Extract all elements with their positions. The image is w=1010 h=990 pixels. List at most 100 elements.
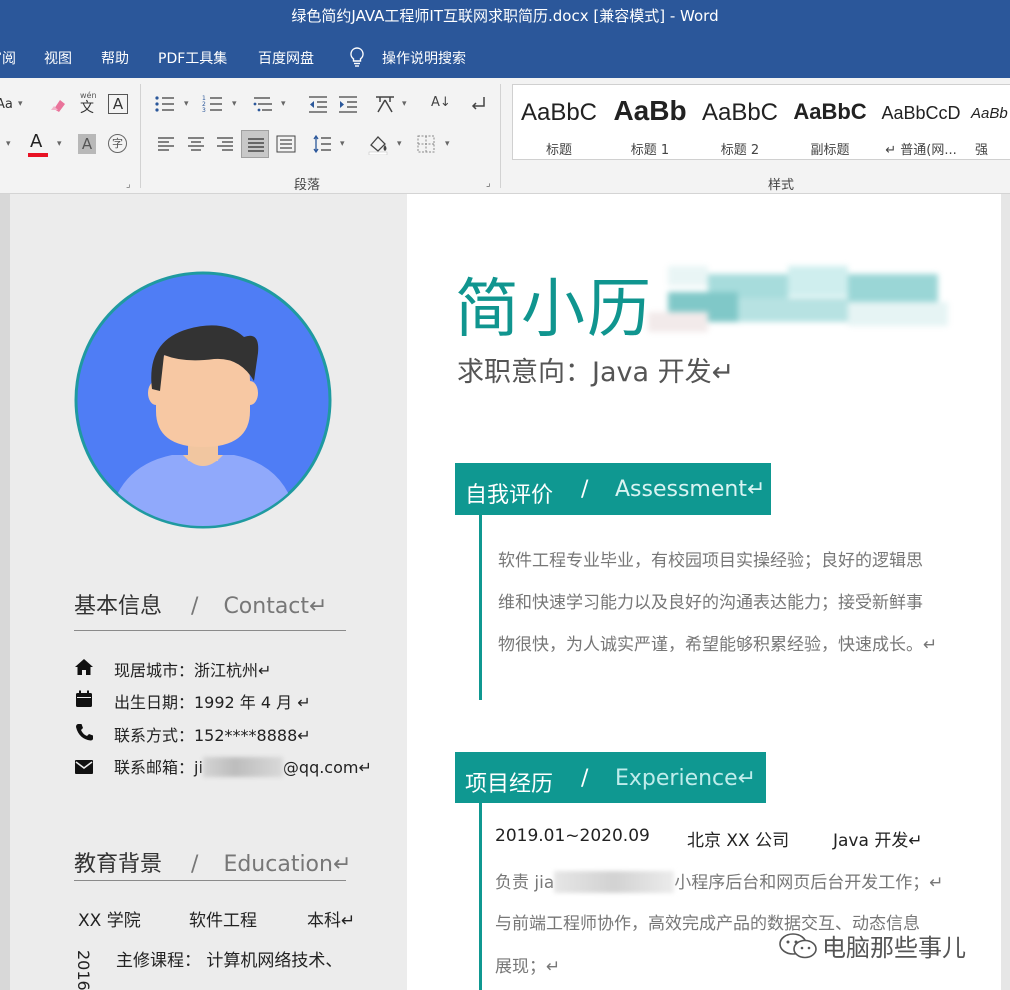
multilevel-list-icon[interactable] xyxy=(252,94,274,114)
style-sample: AaBbCcD xyxy=(881,103,961,123)
paragraph-dialog-launcher-icon[interactable]: ⌟ xyxy=(486,178,491,189)
education-courses: 主修课程： 计算机网络技术、 xyxy=(116,951,343,971)
chinese-layout-dropdown-icon[interactable]: ▾ xyxy=(402,100,407,109)
align-left-icon[interactable] xyxy=(157,136,175,152)
sort-button[interactable]: A↓ xyxy=(431,96,451,109)
bullets-dropdown-icon[interactable]: ▾ xyxy=(184,100,189,109)
clear-formatting-icon[interactable] xyxy=(48,94,68,114)
style-normal-web[interactable]: AaBbCcD ↵ 普通(网... xyxy=(875,85,967,159)
redacted-name-blur xyxy=(648,266,948,332)
bullets-icon[interactable] xyxy=(154,94,176,114)
info-birthday-text: 出生日期：1992 年 4 月 ↵ xyxy=(114,693,311,712)
phone-icon xyxy=(76,724,93,741)
change-case-dropdown-icon[interactable]: ▾ xyxy=(18,100,23,109)
style-name: 标题 1 xyxy=(630,143,670,158)
basic-info-title-en: Contact↵ xyxy=(223,594,328,619)
phonetic-guide-label[interactable]: wén xyxy=(80,92,97,100)
style-name: 副标题 xyxy=(810,143,850,158)
assessment-banner: 自我评价 / Assessment↵ xyxy=(455,463,771,515)
style-sample: AaBb xyxy=(971,105,1008,122)
font-color-button[interactable]: A xyxy=(30,133,42,151)
ribbon-separator xyxy=(500,84,501,188)
distributed-icon[interactable] xyxy=(276,135,296,153)
numbering-dropdown-icon[interactable]: ▾ xyxy=(232,100,237,109)
style-heading-2[interactable]: AaBbC 标题 2 xyxy=(695,85,785,159)
align-right-icon[interactable] xyxy=(216,136,234,152)
chat-bubble-icon xyxy=(779,933,817,959)
education-year-vertical: 2016. xyxy=(74,950,93,990)
shading-dropdown-icon[interactable]: ▾ xyxy=(397,140,402,149)
title-bar: 绿色简约JAVA工程师IT互联网求职简历.docx [兼容模式] - Word xyxy=(0,0,1010,34)
experience-timeline-bar xyxy=(479,803,482,990)
menu-baidu-netdisk[interactable]: 百度网盘 xyxy=(258,48,314,68)
education-degree: 本科↵ xyxy=(307,911,356,931)
assessment-title-en: Assessment↵ xyxy=(615,477,766,502)
line-spacing-dropdown-icon[interactable]: ▾ xyxy=(340,140,345,149)
experience-role: Java 开发↵ xyxy=(833,831,923,851)
show-paragraph-marks-icon[interactable] xyxy=(468,94,488,114)
enclose-characters-button[interactable]: 字 xyxy=(108,134,127,153)
calendar-icon xyxy=(76,690,92,707)
character-shading-button[interactable]: A xyxy=(78,134,96,154)
increase-indent-icon[interactable] xyxy=(337,94,359,114)
assessment-timeline-bar xyxy=(479,515,482,700)
styles-gallery: AaBbC 标题 AaBb 标题 1 AaBbC 标题 2 AaBbC 副标题 … xyxy=(512,84,1010,160)
info-city-text: 现居城市：浙江杭州↵ xyxy=(114,661,272,680)
borders-icon[interactable] xyxy=(417,135,435,153)
job-intent: 求职意向：Java 开发↵ xyxy=(457,357,735,388)
lightbulb-icon[interactable] xyxy=(348,46,366,68)
borders-dropdown-icon[interactable]: ▾ xyxy=(445,140,450,149)
education-heading: 教育背景 / Education↵ xyxy=(74,846,351,878)
banner-slash: / xyxy=(581,477,589,502)
info-phone-text: 联系方式：152****8888↵ xyxy=(114,726,311,745)
style-heading-1[interactable]: AaBb 标题 1 xyxy=(605,85,695,159)
menu-view[interactable]: 视图 xyxy=(44,48,72,68)
menu-pdf-tools[interactable]: PDF工具集 xyxy=(158,48,227,68)
education-major: 软件工程 xyxy=(189,911,257,931)
experience-period: 2019.01~2020.09 xyxy=(495,826,650,846)
email-partial: ji xyxy=(194,758,203,777)
styles-group-label: 样式 xyxy=(768,178,795,193)
font-color-dropdown-icon[interactable]: ▾ xyxy=(57,140,62,149)
chinese-layout-icon[interactable] xyxy=(374,94,396,114)
numbering-icon[interactable]: 123 xyxy=(202,94,224,114)
tell-me-search[interactable]: 操作说明搜索 xyxy=(382,48,466,68)
ribbon-separator xyxy=(140,84,141,188)
character-border-button[interactable]: A xyxy=(108,94,128,114)
style-title[interactable]: AaBbC 标题 xyxy=(513,85,605,159)
multilevel-dropdown-icon[interactable]: ▾ xyxy=(281,100,286,109)
watermark-text: 电脑那些事儿 xyxy=(822,934,966,962)
align-center-icon[interactable] xyxy=(187,136,205,152)
paragraph-group-label: 段落 xyxy=(294,178,321,193)
assessment-line: 软件工程专业毕业，有校园项目实操经验；良好的逻辑思 xyxy=(498,551,923,571)
style-strong[interactable]: AaBb 强 xyxy=(967,85,1010,159)
left-margin-strip xyxy=(0,194,10,990)
avatar xyxy=(74,271,332,529)
email-suffix: @qq.com↵ xyxy=(282,758,372,777)
phonetic-guide-button[interactable]: 文 xyxy=(80,101,94,115)
menu-help[interactable]: 帮助 xyxy=(101,48,129,68)
menu-review[interactable]: 审阅 xyxy=(0,48,16,68)
section-divider xyxy=(74,880,346,881)
style-subtitle[interactable]: AaBbC 副标题 xyxy=(785,85,875,159)
experience-line: 展现；↵ xyxy=(495,957,561,977)
experience-title-cn: 项目经历 xyxy=(465,772,554,797)
line-spacing-icon[interactable] xyxy=(312,134,332,154)
shading-icon[interactable] xyxy=(367,133,389,155)
info-email-text: 联系邮箱：ji @qq.com↵ xyxy=(114,754,372,778)
style-sample: AaBbC xyxy=(520,99,598,126)
change-case-button[interactable]: Aa xyxy=(0,98,13,111)
assessment-title-cn: 自我评价 xyxy=(465,483,554,508)
highlight-dropdown-icon[interactable]: ▾ xyxy=(6,140,11,149)
education-title-en: Education↵ xyxy=(223,852,352,877)
heading-slash: / xyxy=(191,852,199,877)
font-dialog-launcher-icon[interactable]: ⌟ xyxy=(126,180,131,190)
justify-button[interactable] xyxy=(241,130,269,158)
decrease-indent-icon[interactable] xyxy=(307,94,329,114)
style-name: 标题 2 xyxy=(720,143,760,158)
window-title: 绿色简约JAVA工程师IT互联网求职简历.docx [兼容模式] - Word xyxy=(291,7,719,25)
heading-slash: / xyxy=(191,594,199,619)
style-name: 标题 xyxy=(545,143,572,158)
experience-line-prefix: 负责 jia xyxy=(495,873,555,893)
style-sample: AaBbC xyxy=(701,99,779,126)
